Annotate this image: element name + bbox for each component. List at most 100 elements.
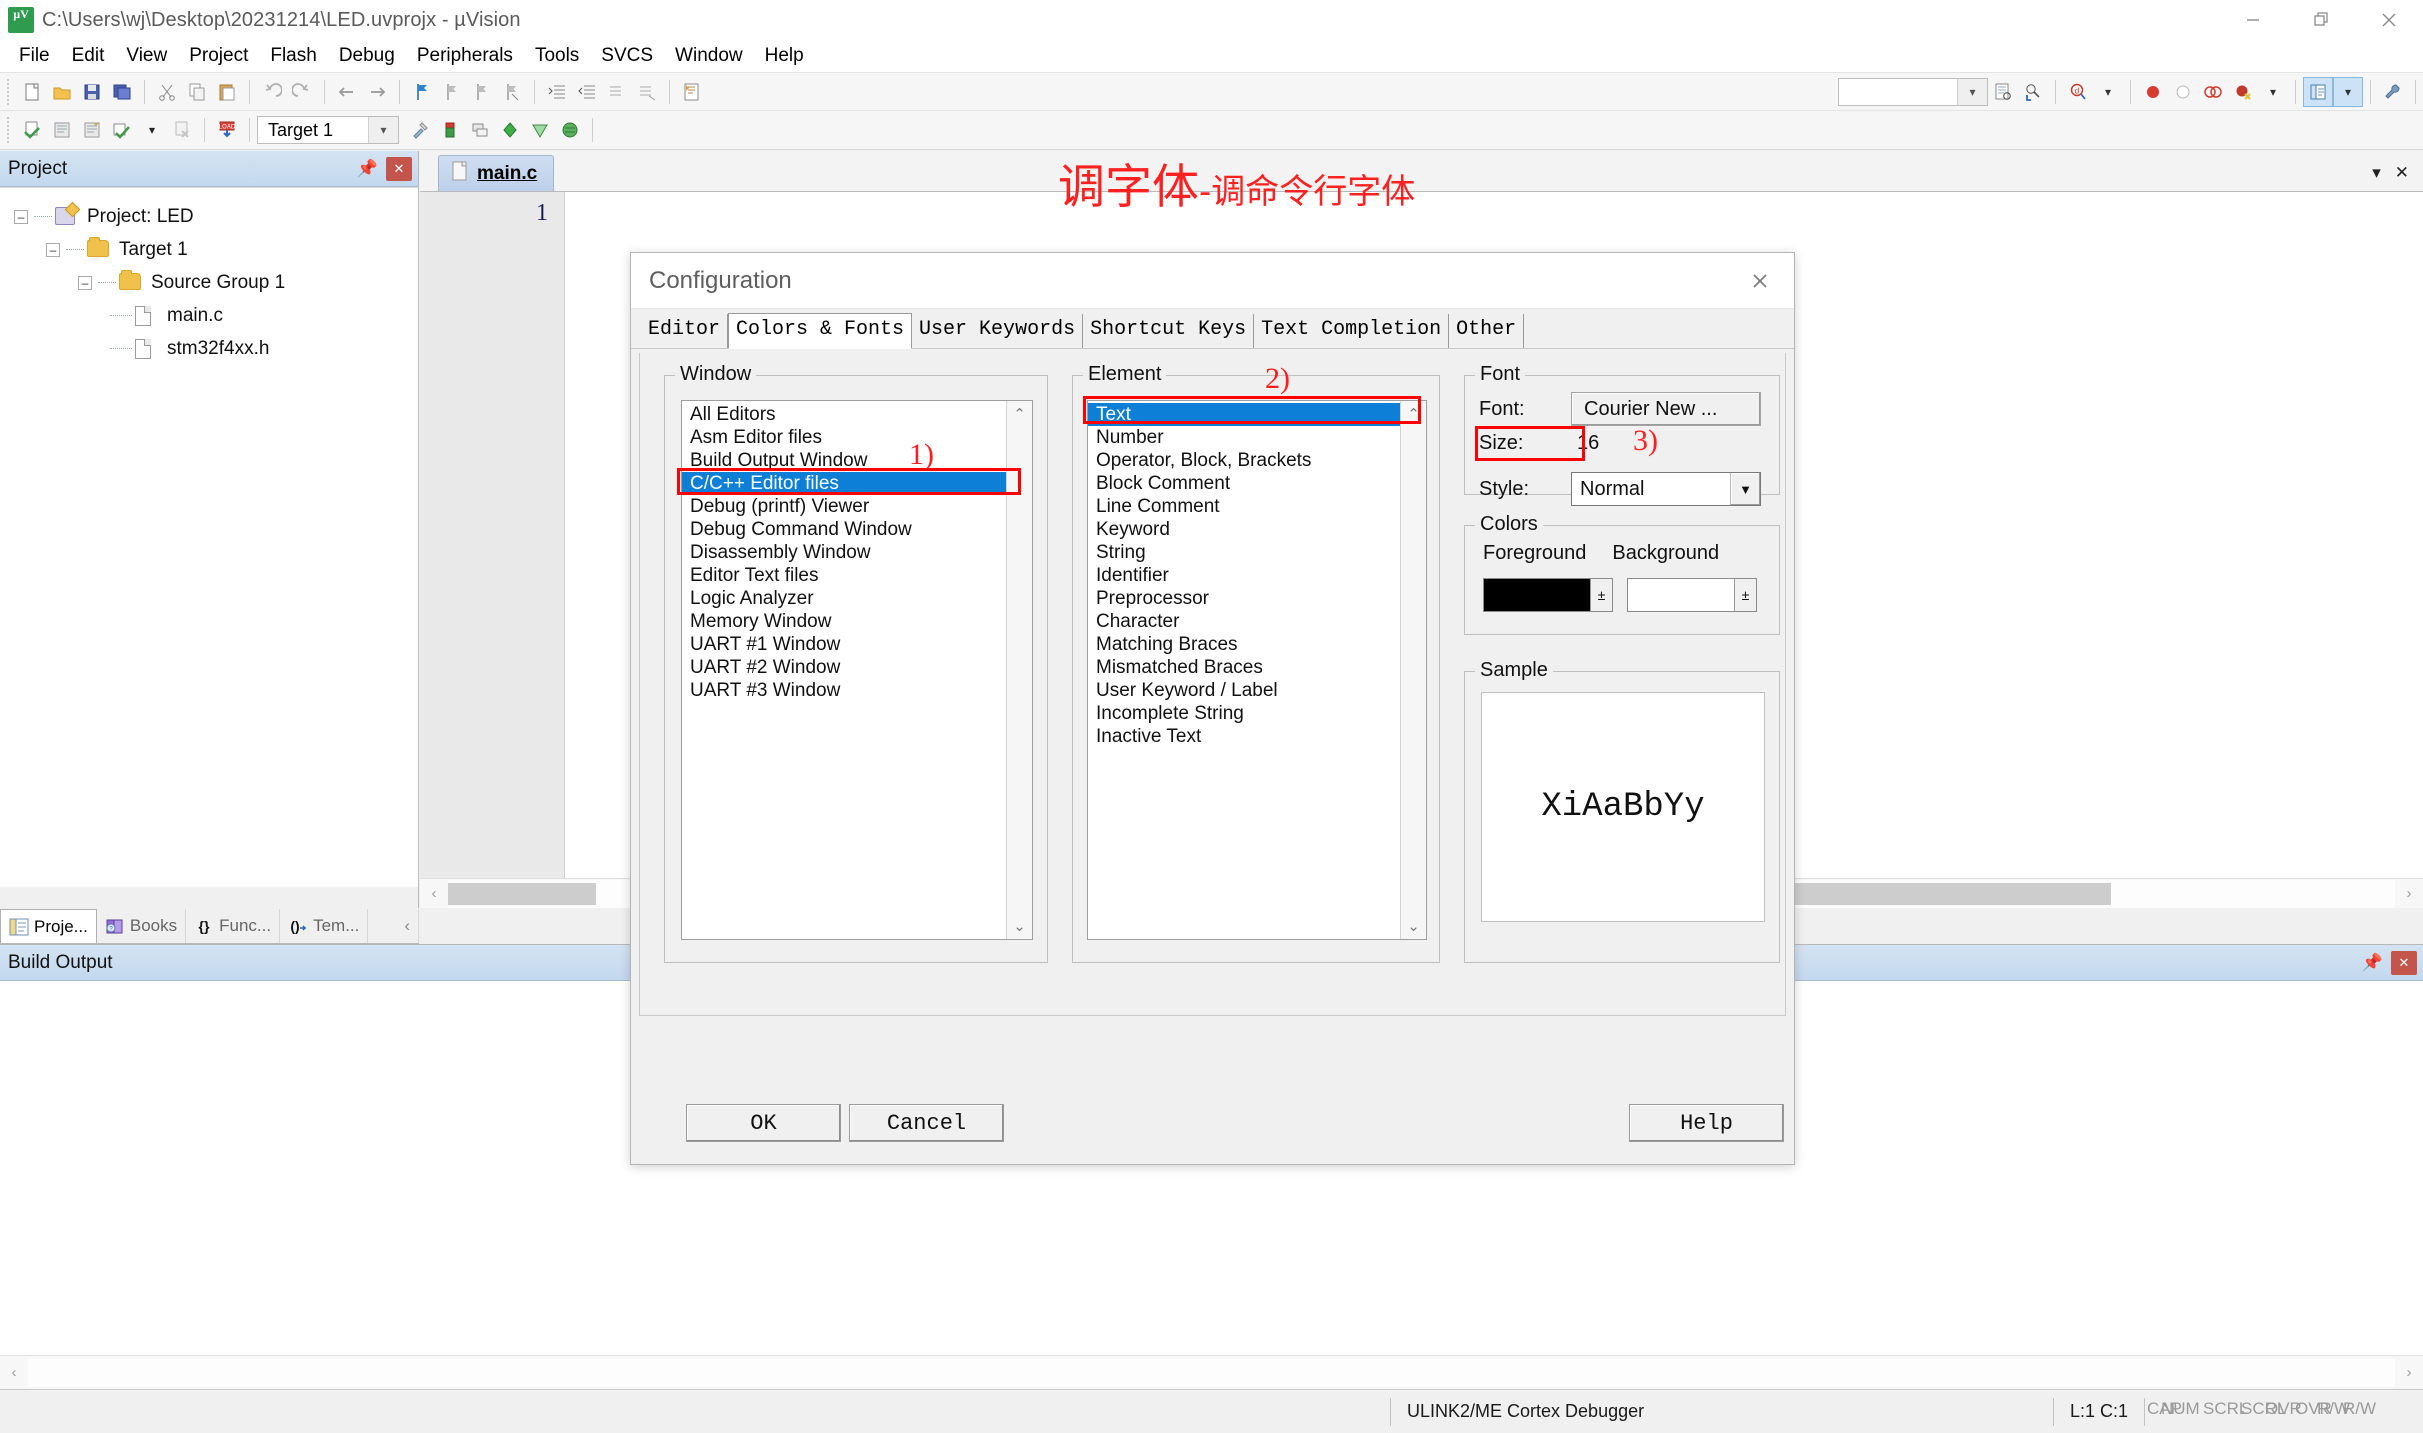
pack-installer-icon[interactable]	[495, 115, 525, 145]
bookmark-prev-icon[interactable]	[467, 77, 497, 107]
close-icon[interactable]: ✕	[2395, 163, 2409, 183]
chevron-down-icon[interactable]: ▾	[2258, 77, 2288, 107]
window-list-scrollbar[interactable]: ⌃ ⌄	[1006, 401, 1032, 939]
tree-node-stm32f4xx-h[interactable]: stm32f4xx.h	[14, 332, 418, 365]
select-software-packs-icon[interactable]	[555, 115, 585, 145]
element-list-item[interactable]: Block Comment	[1088, 472, 1400, 495]
element-listbox[interactable]: Text Number Operator, Block, Brackets Bl…	[1087, 400, 1427, 940]
rebuild-icon[interactable]	[77, 115, 107, 145]
background-spinner[interactable]: ±	[1734, 579, 1756, 611]
disable-breakpoint-icon[interactable]	[2168, 77, 2198, 107]
menu-view[interactable]: View	[115, 43, 178, 69]
undo-icon[interactable]	[257, 77, 287, 107]
element-list-item[interactable]: Line Comment	[1088, 495, 1400, 518]
help-button[interactable]: Help	[1629, 1104, 1784, 1142]
kill-all-breakpoints-icon[interactable]	[2228, 77, 2258, 107]
element-list-item-selected[interactable]: Text	[1088, 403, 1400, 426]
cut-icon[interactable]	[152, 77, 182, 107]
tab-project[interactable]: Proje...	[0, 909, 97, 943]
window-list-item[interactable]: All Editors	[682, 403, 1006, 426]
tab-text-completion[interactable]: Text Completion	[1254, 314, 1450, 348]
window-list-item[interactable]: Memory Window	[682, 610, 1006, 633]
element-list-item[interactable]: String	[1088, 541, 1400, 564]
element-list-item[interactable]: Operator, Block, Brackets	[1088, 449, 1400, 472]
element-list-item[interactable]: Mismatched Braces	[1088, 656, 1400, 679]
foreground-color-picker[interactable]: ±	[1483, 578, 1613, 612]
element-list-item[interactable]: Matching Braces	[1088, 633, 1400, 656]
element-list-item[interactable]: User Keyword / Label	[1088, 679, 1400, 702]
menu-help[interactable]: Help	[754, 43, 815, 69]
menu-edit[interactable]: Edit	[61, 43, 116, 69]
menu-svcs[interactable]: SVCS	[590, 43, 664, 69]
configuration-wizard-icon[interactable]	[677, 77, 707, 107]
close-icon[interactable]: ✕	[2391, 950, 2417, 975]
menu-window[interactable]: Window	[664, 43, 754, 69]
scroll-down-icon[interactable]: ⌄	[1407, 917, 1420, 935]
chevron-down-icon[interactable]: ▾	[2372, 163, 2381, 183]
element-list-item[interactable]: Identifier	[1088, 564, 1400, 587]
tab-shortcut-keys[interactable]: Shortcut Keys	[1083, 314, 1255, 348]
chevron-down-icon[interactable]: ▾	[2093, 77, 2123, 107]
save-icon[interactable]	[77, 77, 107, 107]
window-list-item[interactable]: Debug (printf) Viewer	[682, 495, 1006, 518]
bookmark-clear-icon[interactable]	[497, 77, 527, 107]
close-icon[interactable]: ✕	[386, 156, 412, 181]
window-list-item[interactable]: Asm Editor files	[682, 426, 1006, 449]
pin-icon[interactable]: 📌	[357, 159, 378, 179]
disable-all-breakpoints-icon[interactable]	[2198, 77, 2228, 107]
tab-books[interactable]: ? Books	[97, 909, 187, 943]
copy-icon[interactable]	[182, 77, 212, 107]
manage-components-icon[interactable]	[465, 115, 495, 145]
ok-button[interactable]: OK	[686, 1104, 841, 1142]
cancel-button[interactable]: Cancel	[849, 1104, 1004, 1142]
background-swatch[interactable]	[1628, 579, 1734, 611]
tab-other[interactable]: Other	[1449, 314, 1525, 348]
expander-icon[interactable]: –	[78, 275, 92, 290]
menu-project[interactable]: Project	[178, 43, 259, 69]
target-selector[interactable]: Target 1 ▾	[257, 116, 399, 144]
bookmark-next-icon[interactable]	[437, 77, 467, 107]
insert-breakpoint-icon[interactable]	[2138, 77, 2168, 107]
scroll-down-icon[interactable]: ⌄	[1013, 917, 1026, 935]
menu-flash[interactable]: Flash	[259, 43, 327, 69]
find-next-icon[interactable]	[2018, 77, 2048, 107]
debug-find-icon[interactable]: d	[2063, 77, 2093, 107]
chevron-down-icon[interactable]: ▾	[368, 117, 398, 143]
element-list-scrollbar[interactable]: ⌃ ⌄	[1400, 401, 1426, 939]
style-dropdown[interactable]: Normal ▼	[1571, 472, 1761, 506]
size-value[interactable]: 16	[1571, 432, 1599, 455]
tabs-scroll-left-button[interactable]: ‹	[396, 909, 419, 943]
new-file-icon[interactable]	[17, 77, 47, 107]
toolbar-grip[interactable]	[5, 117, 13, 143]
element-list-item[interactable]: Character	[1088, 610, 1400, 633]
scroll-right-icon[interactable]: ›	[2395, 880, 2423, 908]
close-button[interactable]	[2355, 0, 2423, 40]
find-combo[interactable]: ▾	[1838, 77, 1988, 106]
scroll-left-icon[interactable]: ‹	[420, 880, 448, 908]
font-select-button[interactable]: Courier New ...	[1571, 392, 1761, 426]
stop-build-icon[interactable]	[167, 115, 197, 145]
tab-templates[interactable]: () Tem...	[280, 909, 369, 943]
tab-colors-and-fonts[interactable]: Colors & Fonts	[728, 313, 913, 349]
window-list-item[interactable]: UART #3 Window	[682, 679, 1006, 702]
navigate-back-icon[interactable]	[332, 77, 362, 107]
scroll-up-icon[interactable]: ⌃	[1013, 405, 1026, 423]
chevron-down-icon[interactable]: ▾	[1957, 78, 1987, 105]
window-list-item[interactable]: Debug Command Window	[682, 518, 1006, 541]
window-list-item[interactable]: Disassembly Window	[682, 541, 1006, 564]
chevron-down-icon[interactable]: ▾	[137, 115, 167, 145]
build-icon[interactable]	[47, 115, 77, 145]
close-icon[interactable]	[1740, 261, 1780, 301]
project-window-toggle-icon[interactable]	[2303, 76, 2333, 107]
restore-button[interactable]	[2287, 0, 2355, 40]
download-to-flash-icon[interactable]: LOAD	[212, 115, 242, 145]
uncomment-icon[interactable]	[632, 77, 662, 107]
indent-icon[interactable]	[542, 77, 572, 107]
project-tree[interactable]: – Project: LED – Target 1 – Source Group…	[0, 187, 418, 887]
window-list-item[interactable]: UART #2 Window	[682, 656, 1006, 679]
tab-functions[interactable]: {} Func...	[186, 909, 281, 943]
window-list-item-selected[interactable]: C/C++ Editor files	[682, 472, 1006, 495]
batch-build-icon[interactable]	[107, 115, 137, 145]
menu-tools[interactable]: Tools	[524, 43, 590, 69]
find-in-files-icon[interactable]	[1988, 77, 2018, 107]
